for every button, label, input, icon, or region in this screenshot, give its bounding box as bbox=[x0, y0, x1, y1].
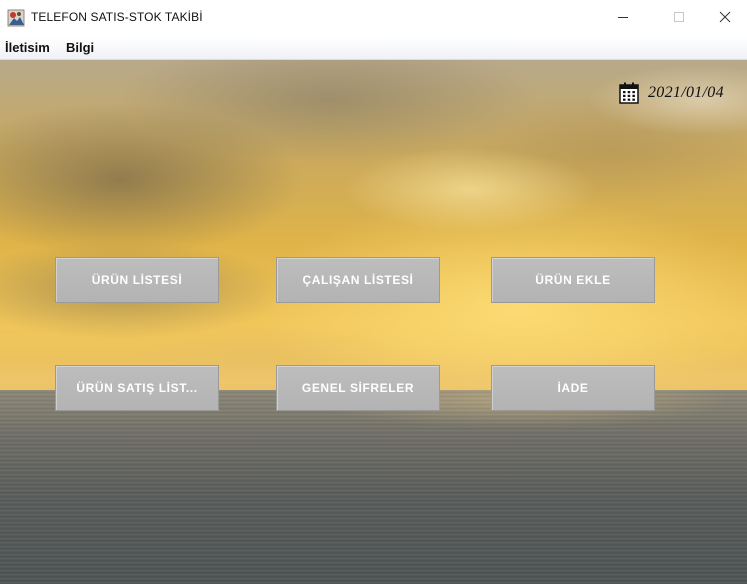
urun-ekle-button[interactable]: ÜRÜN EKLE bbox=[491, 257, 655, 303]
urun-satis-listesi-button[interactable]: ÜRÜN SATIŞ LİST... bbox=[55, 365, 219, 411]
minimize-button[interactable] bbox=[600, 0, 646, 34]
genel-sifreler-button[interactable]: GENEL SİFRELER bbox=[276, 365, 440, 411]
date-display: 2021/01/04 bbox=[619, 80, 724, 106]
title-bar[interactable]: TELEFON SATIS-STOK TAKİBİ bbox=[0, 0, 747, 36]
iade-button[interactable]: İADE bbox=[491, 365, 655, 411]
minimize-icon bbox=[618, 17, 628, 18]
app-window: TELEFON SATIS-STOK TAKİBİ İletisim Bilgi bbox=[0, 0, 747, 584]
menu-item-bilgi[interactable]: Bilgi bbox=[66, 40, 94, 55]
maximize-icon bbox=[674, 12, 684, 22]
urun-listesi-button[interactable]: ÜRÜN LİSTESİ bbox=[55, 257, 219, 303]
window-title: TELEFON SATIS-STOK TAKİBİ bbox=[31, 10, 203, 24]
menu-item-iletisim[interactable]: İletisim bbox=[5, 40, 50, 55]
background-clouds bbox=[0, 60, 747, 390]
background-sea bbox=[0, 390, 747, 584]
main-panel: 2021/01/04 ÜRÜN LİSTESİ ÇALIŞAN LİSTESİ … bbox=[0, 60, 747, 584]
menu-bar: İletisim Bilgi bbox=[0, 37, 747, 60]
app-icon bbox=[7, 9, 25, 27]
close-button[interactable] bbox=[702, 0, 747, 34]
current-date: 2021/01/04 bbox=[648, 84, 724, 101]
maximize-button[interactable] bbox=[656, 0, 702, 34]
calisan-listesi-button[interactable]: ÇALIŞAN LİSTESİ bbox=[276, 257, 440, 303]
calendar-icon bbox=[619, 82, 639, 104]
close-icon bbox=[719, 11, 731, 23]
